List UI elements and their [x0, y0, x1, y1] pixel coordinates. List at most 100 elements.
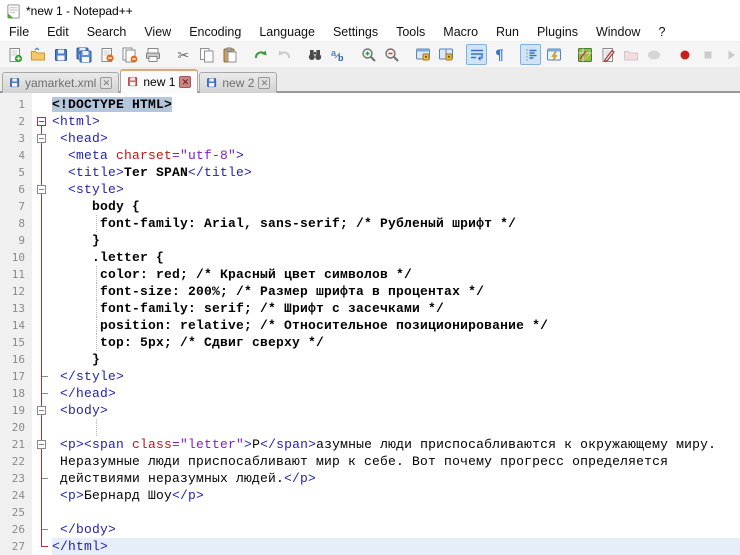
record-macro-button[interactable]	[674, 44, 695, 65]
line-number: 5	[0, 164, 32, 181]
line-number: 19	[0, 402, 32, 419]
fold-line	[41, 453, 42, 470]
menu-item-search[interactable]: Search	[78, 23, 136, 41]
code-line-16[interactable]: }	[52, 351, 740, 368]
close-file-button[interactable]	[96, 44, 117, 65]
edit-with-pen-button[interactable]	[597, 44, 618, 65]
menu-item-run[interactable]: Run	[487, 23, 528, 41]
tab-close-icon[interactable]: ✕	[179, 76, 191, 88]
fold-cell	[32, 402, 52, 419]
menu-item-window[interactable]: Window	[587, 23, 649, 41]
code-line-25[interactable]	[52, 504, 740, 521]
tab-close-icon[interactable]: ✕	[258, 77, 270, 89]
fold-collapse-icon[interactable]	[37, 117, 46, 126]
sync-horizontal-icon	[438, 47, 454, 63]
code-line-21[interactable]: <p><span class="letter">Р</span>азумные …	[52, 436, 740, 453]
undo-button[interactable]	[250, 44, 271, 65]
code-token: <p><span	[52, 437, 132, 452]
tab-yamarket-xml[interactable]: yamarket.xml✕	[2, 72, 119, 93]
code-line-22[interactable]: Неразумные люди приспосабливают мир к се…	[52, 453, 740, 470]
find-button[interactable]	[304, 44, 325, 65]
save-all-button[interactable]	[73, 44, 94, 65]
redo-button	[273, 44, 294, 65]
code-line-12[interactable]: font-size: 200%; /* Размер шрифта в проц…	[52, 283, 740, 300]
open-folder-button[interactable]	[27, 44, 48, 65]
line-number: 27	[0, 538, 32, 555]
menu-item-language[interactable]: Language	[250, 23, 324, 41]
menu-item-encoding[interactable]: Encoding	[180, 23, 250, 41]
code-line-13[interactable]: font-family: serif; /* Шрифт с засечками…	[52, 300, 740, 317]
menu-item-tools[interactable]: Tools	[387, 23, 434, 41]
code-line-27[interactable]: </html>	[52, 538, 740, 555]
code-line-19[interactable]: <body>	[52, 402, 740, 419]
zoom-in-button[interactable]	[358, 44, 379, 65]
fold-line	[41, 487, 42, 504]
tab-close-icon[interactable]: ✕	[100, 77, 112, 89]
show-all-chars-button[interactable]: ¶	[489, 44, 510, 65]
document-map-button[interactable]	[543, 44, 564, 65]
close-all-button[interactable]	[119, 44, 140, 65]
indent-guide-button[interactable]	[520, 44, 541, 65]
code-line-4[interactable]: <meta charset="utf-8">	[52, 147, 740, 164]
menu-item-file[interactable]: File	[0, 23, 38, 41]
code-line-24[interactable]: <p>Бернард Шоу</p>	[52, 487, 740, 504]
fold-cell	[32, 198, 52, 215]
code-line-14[interactable]: position: relative; /* Относительное поз…	[52, 317, 740, 334]
code-line-6[interactable]: <style>	[52, 181, 740, 198]
new-file-button[interactable]	[4, 44, 25, 65]
code-line-5[interactable]: <title>Ter SPAN</title>	[52, 164, 740, 181]
code-line-15[interactable]: top: 5px; /* Сдвиг сверху */	[52, 334, 740, 351]
code-token: top: 5px; /* Сдвиг сверху */	[52, 335, 324, 350]
editor[interactable]: 1234567891011121314151617181920212223242…	[0, 93, 740, 555]
print-icon	[145, 47, 161, 63]
menu-item-plugins[interactable]: Plugins	[528, 23, 587, 41]
fold-collapse-icon[interactable]	[37, 134, 46, 143]
sync-vertical-button[interactable]	[412, 44, 433, 65]
code-line-11[interactable]: color: red; /* Красный цвет символов */	[52, 266, 740, 283]
code-line-8[interactable]: font-family: Arial, sans-serif; /* Рубле…	[52, 215, 740, 232]
code-line-10[interactable]: .letter {	[52, 249, 740, 266]
line-number: 17	[0, 368, 32, 385]
cut-button[interactable]: ✂	[173, 44, 194, 65]
menu-item-settings[interactable]: Settings	[324, 23, 387, 41]
code-token: <!DOCTYPE HTML>	[52, 97, 172, 112]
show-all-chars-icon: ¶	[492, 47, 508, 63]
replace-button[interactable]: ab	[327, 44, 348, 65]
code-line-1[interactable]: <!DOCTYPE HTML>	[52, 96, 740, 113]
plugin-oval-button	[643, 44, 664, 65]
copy-button[interactable]	[196, 44, 217, 65]
save-button[interactable]	[50, 44, 71, 65]
print-button[interactable]	[142, 44, 163, 65]
code-line-20[interactable]	[52, 419, 740, 436]
fold-collapse-icon[interactable]	[37, 185, 46, 194]
fold-collapse-icon[interactable]	[37, 440, 46, 449]
menu-item-view[interactable]: View	[135, 23, 180, 41]
tab-new-2[interactable]: new 2✕	[199, 72, 277, 93]
zoom-out-button[interactable]	[381, 44, 402, 65]
word-wrap-button[interactable]	[466, 44, 487, 65]
code-line-2[interactable]: <html>	[52, 113, 740, 130]
view-in-browser-button[interactable]	[574, 44, 595, 65]
code-line-7[interactable]: body {	[52, 198, 740, 215]
code-line-18[interactable]: </head>	[52, 385, 740, 402]
code-line-26[interactable]: </body>	[52, 521, 740, 538]
menu-item-edit[interactable]: Edit	[38, 23, 78, 41]
line-number: 16	[0, 351, 32, 368]
sync-horizontal-button[interactable]	[435, 44, 456, 65]
tab-new-1[interactable]: new 1✕	[120, 69, 198, 93]
menu-item-help[interactable]: ?	[649, 23, 674, 41]
code-line-3[interactable]: <head>	[52, 130, 740, 147]
paste-button[interactable]	[219, 44, 240, 65]
word-wrap-icon	[469, 47, 485, 63]
code-line-23[interactable]: действиями неразумных людей.</p>	[52, 470, 740, 487]
code-line-9[interactable]: }	[52, 232, 740, 249]
code-line-17[interactable]: </style>	[52, 368, 740, 385]
fold-cell	[32, 215, 52, 232]
fold-collapse-icon[interactable]	[37, 406, 46, 415]
redo-icon	[276, 47, 292, 63]
code-token: </title>	[188, 165, 252, 180]
line-number: 13	[0, 300, 32, 317]
indent-guide-line	[96, 300, 97, 317]
code-area[interactable]: <!DOCTYPE HTML><html> <head> <meta chars…	[52, 93, 740, 555]
menu-item-macro[interactable]: Macro	[434, 23, 487, 41]
